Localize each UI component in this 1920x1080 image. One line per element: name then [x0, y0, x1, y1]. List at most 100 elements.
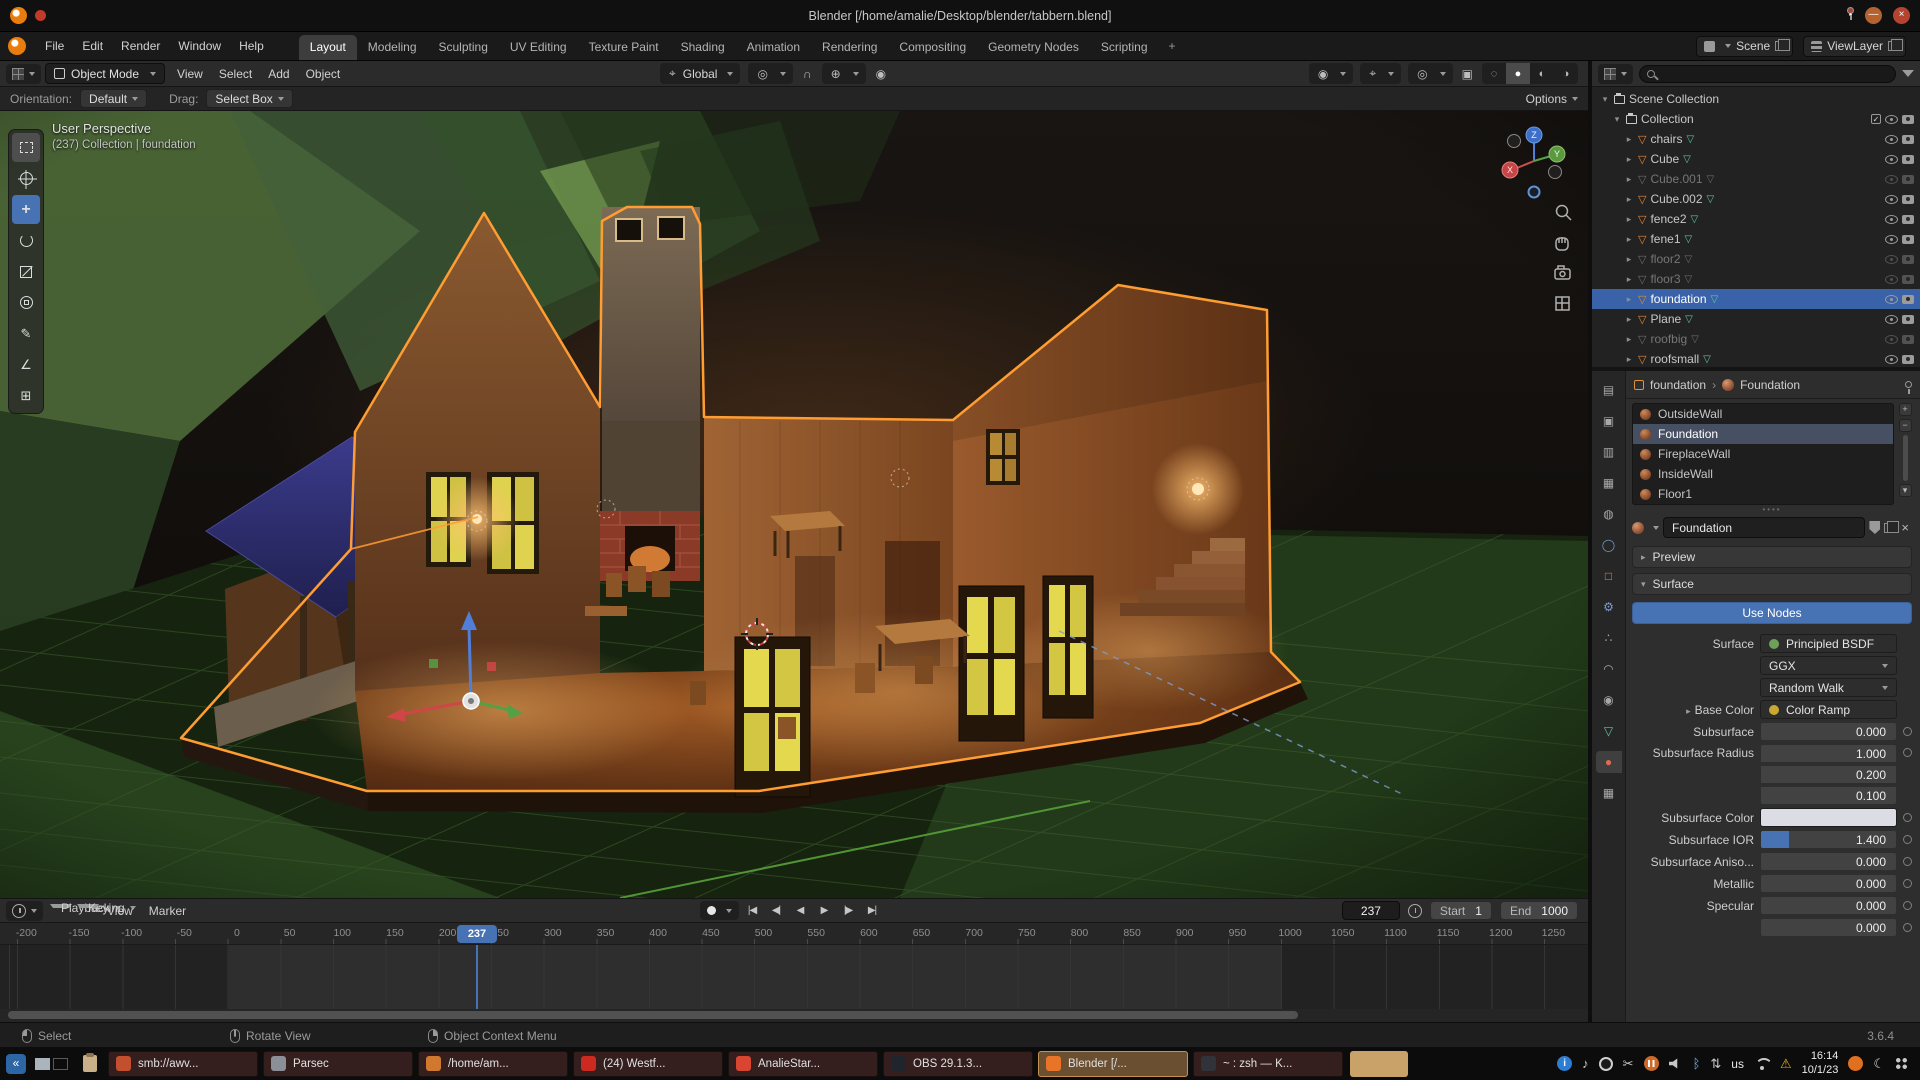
- playhead[interactable]: [476, 945, 478, 1009]
- outliner-object-row[interactable]: ▸ ▽ foundation ▽: [1592, 289, 1920, 309]
- material-slot[interactable]: OutsideWall: [1633, 404, 1893, 424]
- pause-tray-icon[interactable]: [1644, 1056, 1659, 1071]
- outliner-object-row[interactable]: ▸ ▽ floor2 ▽: [1592, 249, 1920, 269]
- list-resize-grip[interactable]: ••••: [1632, 507, 1912, 513]
- start-frame-field[interactable]: Start1: [1430, 901, 1492, 920]
- network-tray-icon[interactable]: ⇅: [1710, 1057, 1721, 1070]
- editor-type-button[interactable]: [6, 64, 41, 84]
- outliner-object-row[interactable]: ▸ ▽ Cube.001 ▽: [1592, 169, 1920, 189]
- hide-viewport-icon[interactable]: [1885, 275, 1898, 284]
- bluetooth-tray-icon[interactable]: ᛒ: [1693, 1057, 1701, 1070]
- subsurface-slider[interactable]: 0.000: [1760, 722, 1897, 741]
- material-slot[interactable]: InsideWall: [1633, 464, 1893, 484]
- panel-launcher-icon[interactable]: «: [6, 1054, 26, 1074]
- workspace-tab[interactable]: Geometry Nodes: [977, 35, 1090, 60]
- viewport-menu-item[interactable]: Object: [298, 67, 349, 81]
- task-window-button[interactable]: smb://awv...: [108, 1051, 258, 1077]
- subsurface-radius-x[interactable]: 1.000: [1760, 744, 1897, 763]
- scale-tool[interactable]: [12, 257, 40, 286]
- cursor-tool[interactable]: [12, 164, 40, 193]
- transform-orientation-dropdown[interactable]: ⌖Global: [660, 63, 740, 84]
- rotate-tool[interactable]: [12, 226, 40, 255]
- play-reverse-button[interactable]: ◀: [789, 901, 811, 920]
- material-slot[interactable]: Foundation: [1633, 424, 1893, 444]
- add-slot-button[interactable]: +: [1899, 403, 1912, 416]
- music-tray-icon[interactable]: ♪: [1582, 1057, 1589, 1070]
- material-browse-icon[interactable]: [1632, 522, 1644, 534]
- outliner-editor-type-button[interactable]: [1598, 64, 1633, 84]
- proportional-editing-icon[interactable]: ◉: [874, 67, 888, 81]
- snap-magnet-icon[interactable]: ∩: [801, 67, 814, 81]
- move-tool[interactable]: +: [12, 195, 40, 224]
- end-frame-field[interactable]: End1000: [1500, 901, 1578, 920]
- scene-selector[interactable]: Scene: [1696, 36, 1793, 57]
- workspace-tab[interactable]: Compositing: [888, 35, 977, 60]
- hide-viewport-icon[interactable]: [1885, 335, 1898, 344]
- hide-viewport-icon[interactable]: [1885, 175, 1898, 184]
- timeline-ruler[interactable]: -200-150-100-500501001502002503003504004…: [0, 923, 1588, 945]
- new-scene-icon[interactable]: [1775, 41, 1785, 51]
- workspace-tab[interactable]: Texture Paint: [578, 35, 670, 60]
- play-button[interactable]: ▶: [813, 901, 835, 920]
- tab-particles[interactable]: ∴: [1596, 627, 1622, 649]
- disable-render-icon[interactable]: [1902, 175, 1914, 184]
- volume-tray-icon[interactable]: [1669, 1058, 1683, 1070]
- surface-shader-selector[interactable]: Principled BSDF: [1760, 634, 1897, 653]
- outliner-object-row[interactable]: ▸ ▽ roofsmall ▽: [1592, 349, 1920, 369]
- window-close-button[interactable]: ×: [1893, 7, 1910, 24]
- disable-render-icon[interactable]: [1902, 275, 1914, 284]
- fake-user-icon[interactable]: [1869, 521, 1880, 534]
- obs-tray-icon[interactable]: [1599, 1057, 1613, 1071]
- duplicate-material-icon[interactable]: [1884, 523, 1894, 533]
- disable-render-icon[interactable]: [1902, 155, 1914, 164]
- keyframe-dot[interactable]: [1903, 901, 1912, 910]
- metallic-slider[interactable]: 0.000: [1760, 874, 1897, 893]
- disable-render-icon[interactable]: [1902, 295, 1914, 304]
- viewport-canvas[interactable]: Z X Y: [0, 111, 1588, 898]
- scissors-tray-icon[interactable]: ✂: [1623, 1057, 1634, 1070]
- viewport-menu-item[interactable]: Add: [260, 67, 297, 81]
- outliner-search-input[interactable]: [1639, 65, 1896, 83]
- task-window-button[interactable]: Parsec: [263, 1051, 413, 1077]
- menu-item[interactable]: Render: [112, 32, 169, 60]
- disable-render-icon[interactable]: [1902, 315, 1914, 324]
- keyframe-dot[interactable]: [1903, 879, 1912, 888]
- menu-item[interactable]: Help: [230, 32, 273, 60]
- preview-section[interactable]: ▸Preview: [1632, 546, 1912, 568]
- disable-render-icon[interactable]: [1902, 335, 1914, 344]
- viewport-menu-item[interactable]: View: [169, 67, 211, 81]
- orientation-dropdown[interactable]: Default: [80, 89, 147, 108]
- auto-keying-button[interactable]: [700, 901, 739, 920]
- annotate-tool[interactable]: ✎: [12, 319, 40, 348]
- slot-specials-button[interactable]: ▾: [1899, 484, 1912, 497]
- specular-tint-slider[interactable]: 0.000: [1760, 918, 1897, 937]
- tab-world[interactable]: ◯: [1596, 534, 1622, 556]
- subsurface-method-dropdown[interactable]: Random Walk: [1760, 678, 1897, 697]
- tab-data[interactable]: ▽: [1596, 720, 1622, 742]
- task-window-button[interactable]: OBS 29.1.3...: [883, 1051, 1033, 1077]
- add-workspace-button[interactable]: +: [1159, 39, 1186, 53]
- next-keyframe-button[interactable]: |▶: [837, 901, 859, 920]
- disable-render-icon[interactable]: [1902, 355, 1914, 364]
- pivot-point-dropdown[interactable]: ◎: [748, 63, 792, 84]
- playhead-frame-badge[interactable]: 237: [457, 925, 497, 943]
- select-box-tool[interactable]: [12, 133, 40, 162]
- collection-row[interactable]: ▾ Collection ✓: [1592, 109, 1920, 129]
- window-minimize-button[interactable]: —: [1865, 7, 1882, 24]
- workspace-tab[interactable]: Sculpting: [428, 35, 499, 60]
- outliner-object-row[interactable]: ▸ ▽ floor3 ▽: [1592, 269, 1920, 289]
- blender-menu-icon[interactable]: [8, 37, 26, 55]
- keyframe-dot[interactable]: [1903, 748, 1912, 757]
- menu-item[interactable]: Window: [169, 32, 230, 60]
- keyframe-dot[interactable]: [1903, 813, 1912, 822]
- disable-render-icon[interactable]: [1902, 135, 1914, 144]
- disable-render-icon[interactable]: [1902, 215, 1914, 224]
- task-window-button[interactable]: /home/am...: [418, 1051, 568, 1077]
- hide-viewport-icon[interactable]: [1885, 215, 1898, 224]
- timeline-menu-item[interactable]: Keying: [77, 904, 99, 908]
- hide-viewport-icon[interactable]: [1885, 195, 1898, 204]
- add-cube-tool[interactable]: ⊞: [12, 381, 40, 410]
- outliner-object-row[interactable]: ▸ ▽ Cube.002 ▽: [1592, 189, 1920, 209]
- filter-icon[interactable]: [1902, 70, 1914, 77]
- pin-icon[interactable]: [1905, 381, 1912, 388]
